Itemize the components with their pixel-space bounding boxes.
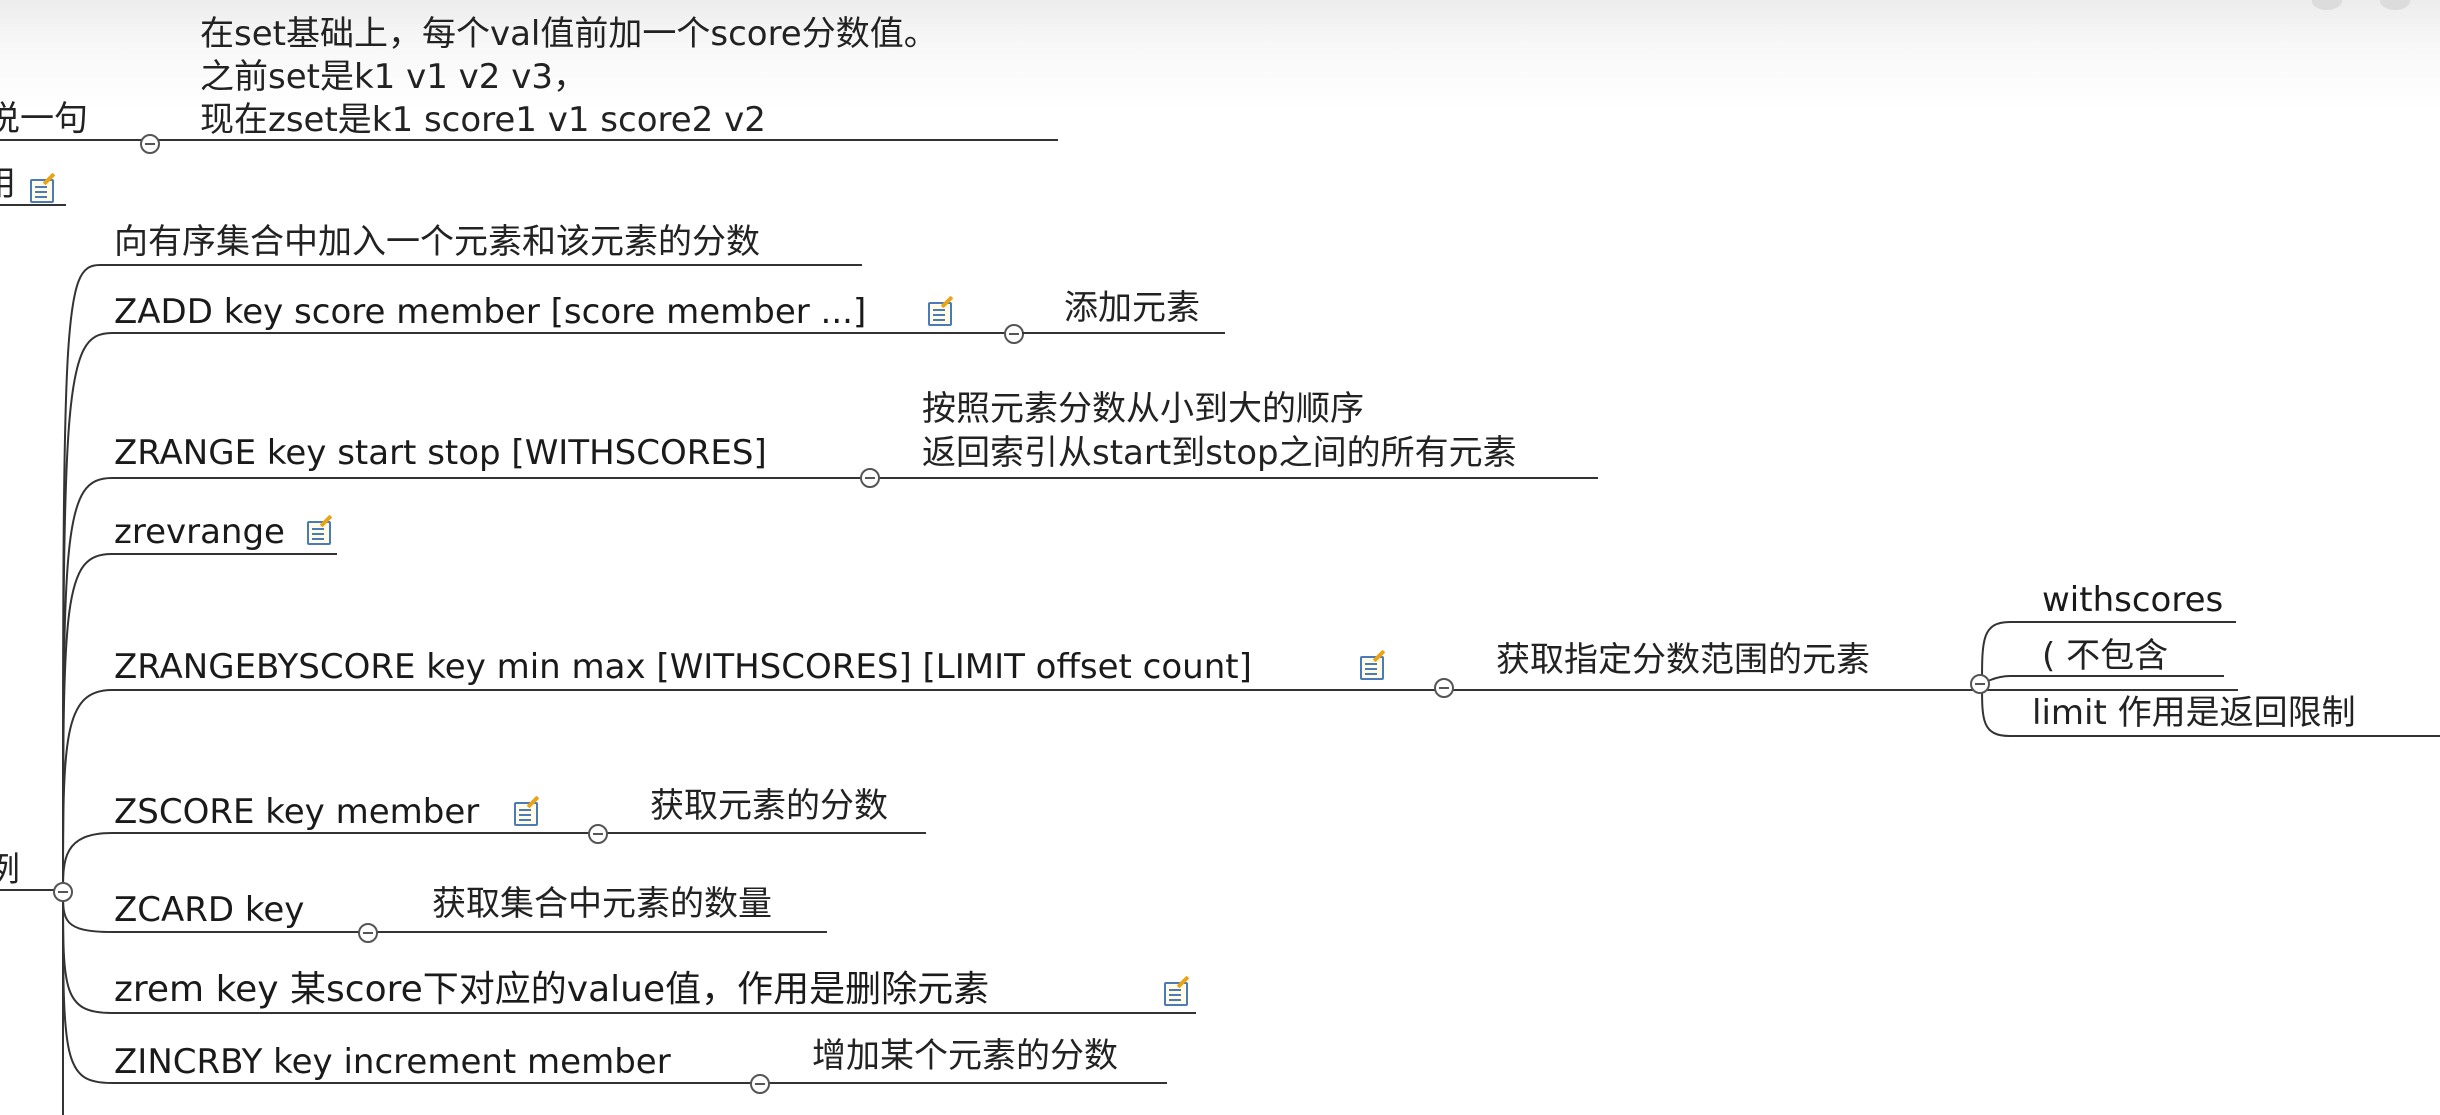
collapse-minus-icon[interactable] xyxy=(358,923,378,943)
collapse-minus-icon[interactable] xyxy=(1970,674,1990,694)
collapse-minus-icon[interactable] xyxy=(750,1074,770,1094)
zrange-desc-underline xyxy=(880,477,1598,479)
note-edit-icon[interactable] xyxy=(1164,982,1188,1006)
note-edit-icon[interactable] xyxy=(307,521,331,545)
zcard-description[interactable]: 获取集合中元素的数量 xyxy=(432,884,772,924)
mindmap-canvas: 在set基础上，每个val值前加一个score分数值。 之前set是k1 v1 … xyxy=(0,0,2440,1115)
note-edit-icon[interactable] xyxy=(514,802,538,826)
collapse-minus-icon[interactable] xyxy=(588,824,608,844)
branch-zrevrange[interactable]: zrevrange xyxy=(114,512,285,552)
collapse-minus-icon[interactable] xyxy=(1434,678,1454,698)
branch-zrangebyscore[interactable]: ZRANGEBYSCORE key min max [WITHSCORES] [… xyxy=(114,647,1252,687)
zscore-description[interactable]: 获取元素的分数 xyxy=(650,786,888,826)
zrangebyscore-description[interactable]: 获取指定分数范围的元素 xyxy=(1496,640,1870,680)
zrangebyscore-sub-limit[interactable]: limit 作用是返回限制 xyxy=(2032,693,2356,733)
note-edit-icon[interactable] xyxy=(1360,656,1384,680)
branch-zcard[interactable]: ZCARD key xyxy=(114,890,304,930)
zrangebyscore-sub-withscores[interactable]: withscores xyxy=(2042,580,2223,620)
zrangebyscore-sub-exclusive[interactable]: ( 不包含 xyxy=(2042,636,2168,676)
branch-zscore[interactable]: ZSCORE key member xyxy=(114,792,479,832)
zincrby-description[interactable]: 增加某个元素的分数 xyxy=(812,1036,1118,1076)
branch-zincrby[interactable]: ZINCRBY key increment member xyxy=(114,1042,671,1082)
branch-zrem[interactable]: zrem key 某score下对应的value值，作用是删除元素 xyxy=(114,970,989,1010)
